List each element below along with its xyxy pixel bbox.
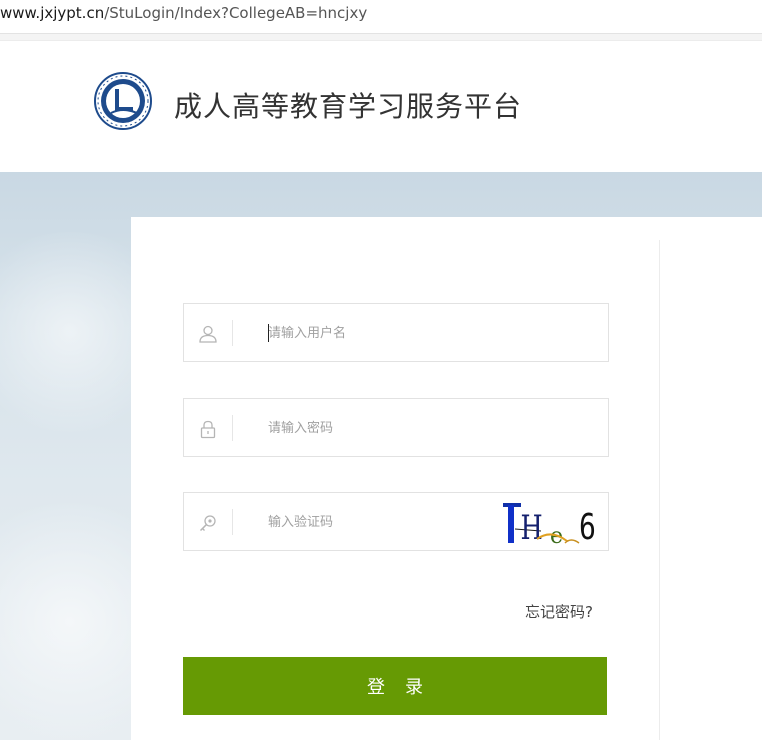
url-path: /StuLogin/Index?CollegeAB=hncjxy bbox=[104, 4, 368, 22]
site-header: 成人高等教育学习服务平台 bbox=[0, 41, 762, 172]
university-seal-icon bbox=[94, 72, 152, 130]
site-title: 成人高等教育学习服务平台 bbox=[174, 90, 523, 123]
username-input[interactable] bbox=[268, 318, 568, 348]
password-field[interactable] bbox=[183, 398, 609, 457]
username-field[interactable] bbox=[183, 303, 609, 362]
login-button[interactable]: 登录 bbox=[183, 657, 607, 715]
svg-text:H: H bbox=[521, 508, 543, 547]
field-separator bbox=[232, 509, 233, 535]
key-icon bbox=[199, 515, 216, 532]
svg-text:6: 6 bbox=[579, 506, 596, 547]
captcha-image[interactable]: H e 6 bbox=[501, 499, 597, 547]
captcha-field[interactable]: H e 6 bbox=[183, 492, 609, 551]
text-cursor bbox=[268, 324, 269, 342]
panel-divider bbox=[659, 240, 660, 740]
lock-icon bbox=[200, 420, 216, 439]
browser-toolbar-strip bbox=[0, 34, 762, 41]
field-separator bbox=[232, 320, 233, 346]
browser-address-bar[interactable]: www.jxjypt.cn/StuLogin/Index?CollegeAB=h… bbox=[0, 0, 762, 34]
password-input[interactable] bbox=[268, 413, 568, 443]
url-host: www.jxjypt.cn bbox=[0, 4, 105, 22]
url-text[interactable]: www.jxjypt.cn/StuLogin/Index?CollegeAB=h… bbox=[0, 4, 367, 22]
forgot-password-link[interactable]: 忘记密码? bbox=[525, 601, 593, 622]
captcha-input[interactable] bbox=[268, 507, 488, 537]
user-icon bbox=[199, 325, 217, 343]
field-separator bbox=[232, 415, 233, 441]
